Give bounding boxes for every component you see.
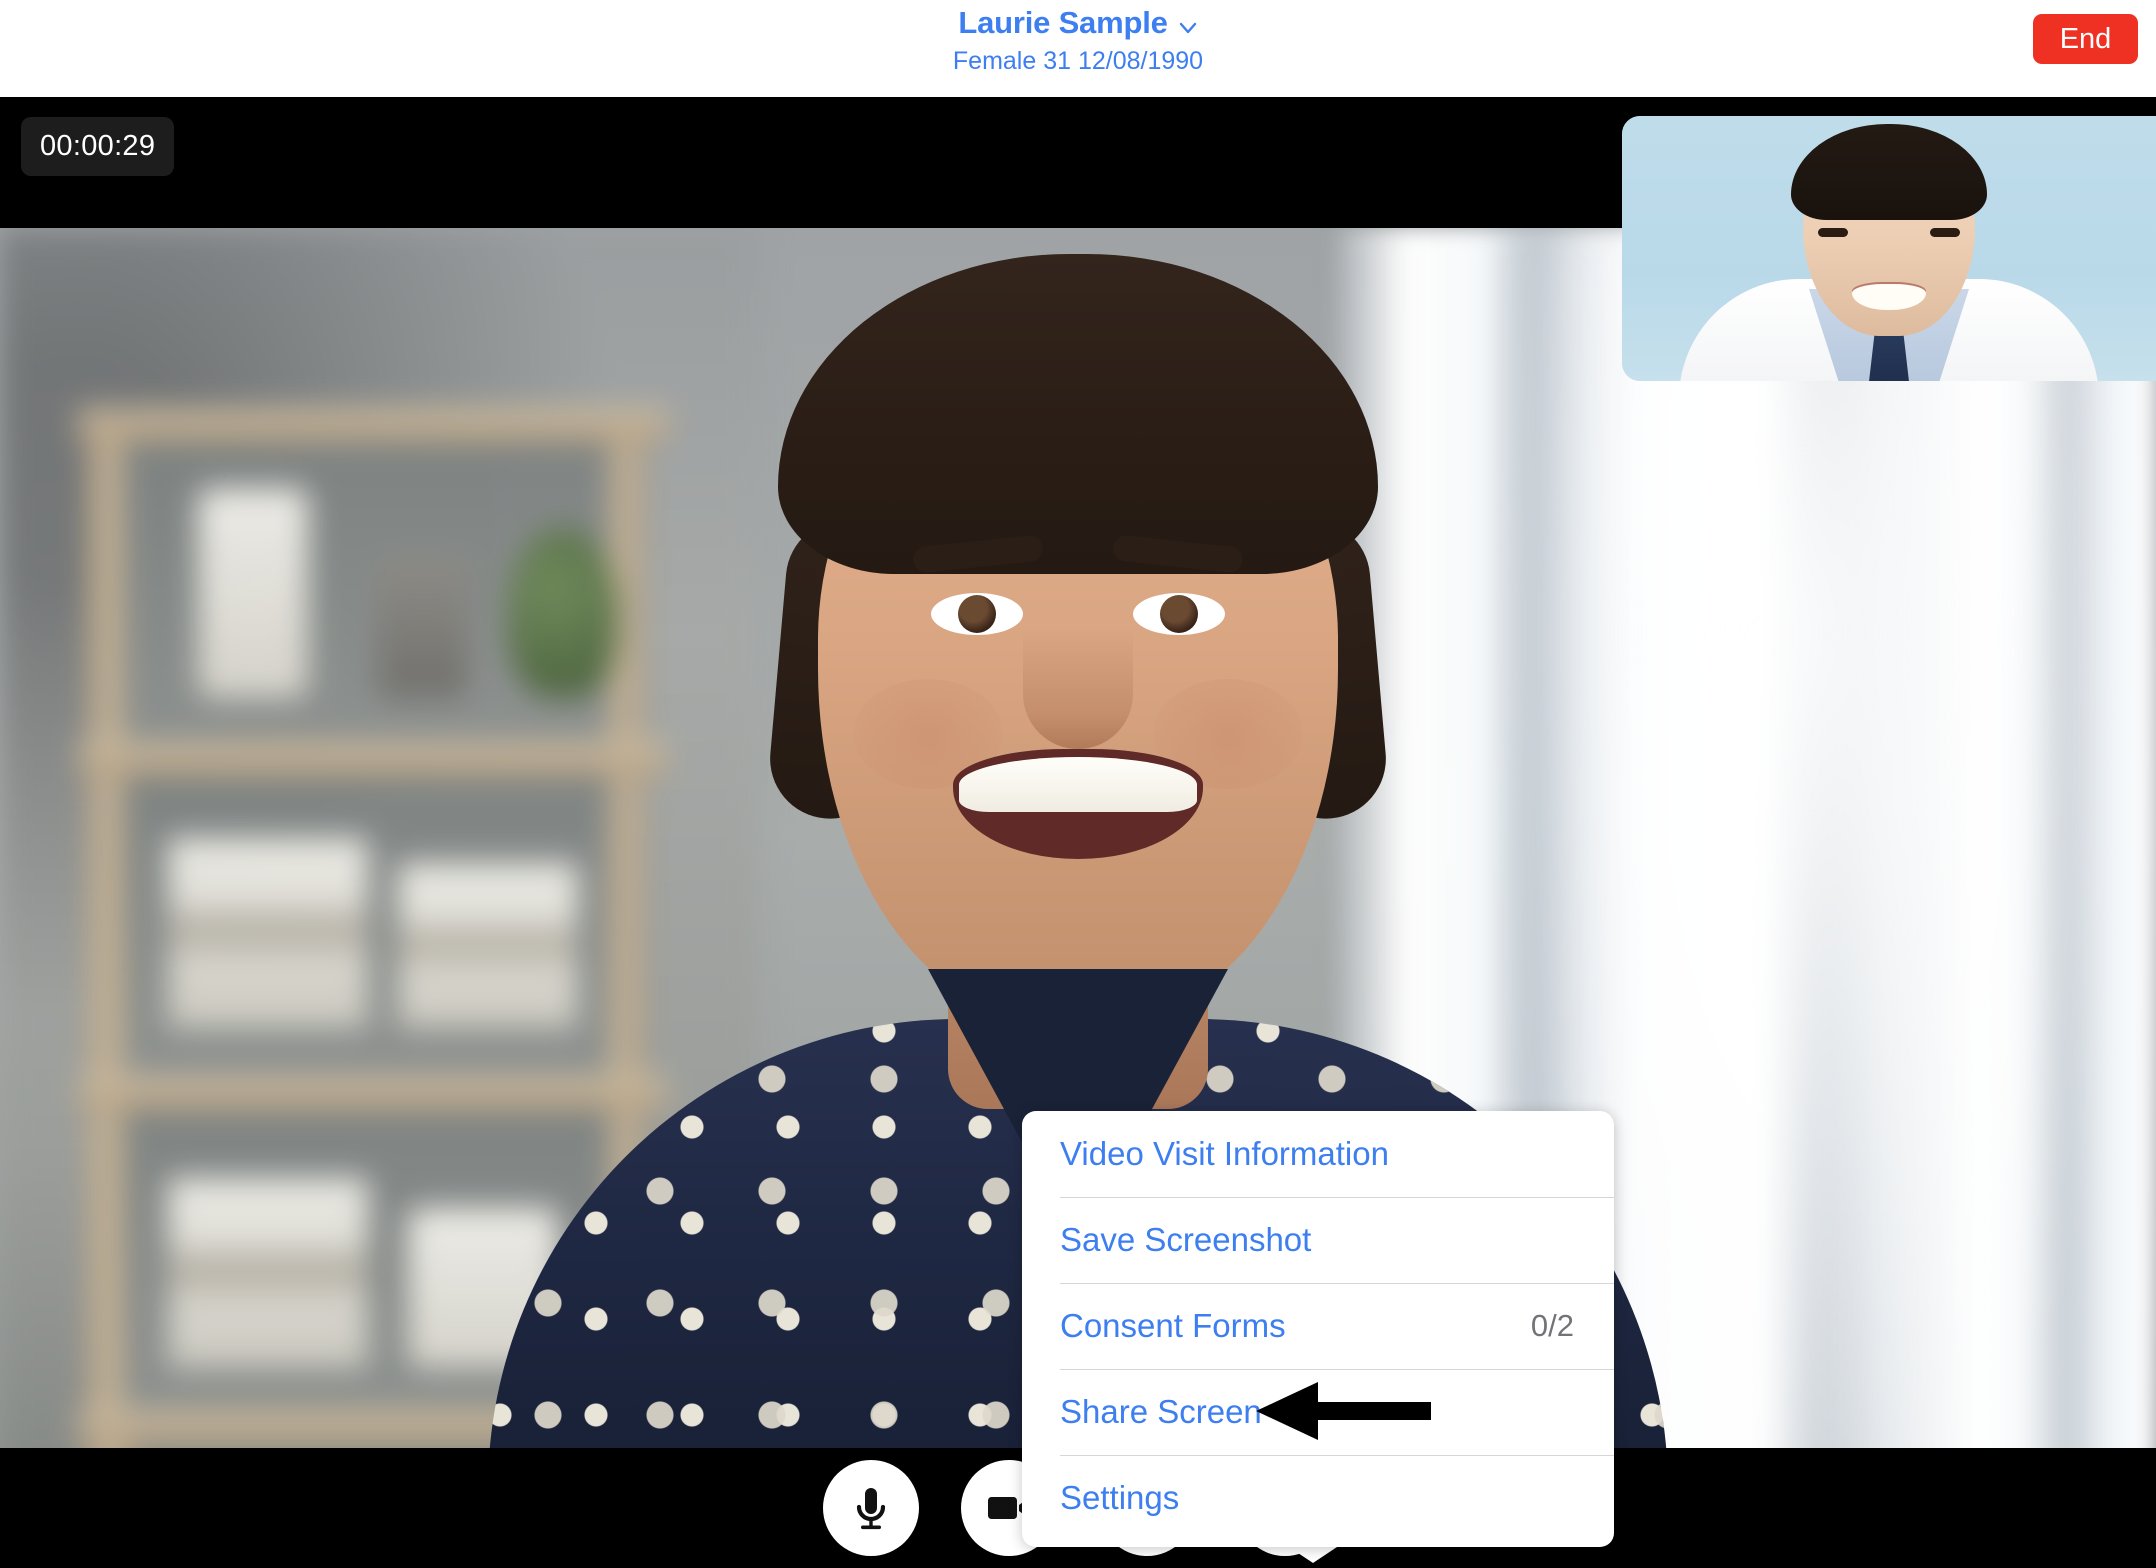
page-title: Laurie Sample bbox=[958, 5, 1168, 40]
menu-item-label: Save Screenshot bbox=[1060, 1221, 1312, 1258]
patient-demographics: Female 31 12/08/1990 bbox=[952, 47, 1204, 75]
end-call-button[interactable]: End bbox=[2033, 14, 2138, 64]
menu-item-share-screen[interactable]: Share Screen bbox=[1022, 1369, 1614, 1455]
microphone-icon bbox=[845, 1482, 897, 1534]
call-timer: 00:00:29 bbox=[21, 117, 175, 176]
options-menu-popover: Video Visit Information Save Screenshot … bbox=[1022, 1111, 1614, 1547]
self-view-thumbnail[interactable] bbox=[1622, 116, 2156, 381]
patient-header-info: Laurie Sample Female 31 12/08/1990 bbox=[0, 4, 2156, 77]
video-stage: 00:00:29 Video Visit Information Save Sc… bbox=[0, 97, 2156, 1568]
menu-item-label: Share Screen bbox=[1060, 1393, 1262, 1430]
menu-item-settings[interactable]: Settings bbox=[1022, 1455, 1614, 1541]
patient-name-dropdown[interactable]: Laurie Sample bbox=[958, 4, 1197, 42]
menu-item-consent-forms[interactable]: Consent Forms 0/2 bbox=[1022, 1283, 1614, 1369]
menu-item-label: Video Visit Information bbox=[1060, 1135, 1389, 1172]
microphone-button[interactable] bbox=[823, 1460, 919, 1556]
chevron-down-icon[interactable] bbox=[1178, 18, 1198, 38]
app-header: Laurie Sample Female 31 12/08/1990 End bbox=[0, 0, 2156, 97]
consent-forms-count: 0/2 bbox=[1530, 1308, 1574, 1343]
menu-item-save-screenshot[interactable]: Save Screenshot bbox=[1022, 1197, 1614, 1283]
menu-item-label: Consent Forms bbox=[1060, 1307, 1286, 1344]
menu-item-video-visit-information[interactable]: Video Visit Information bbox=[1022, 1111, 1614, 1197]
menu-item-label: Settings bbox=[1060, 1479, 1180, 1516]
video-visit-app: Laurie Sample Female 31 12/08/1990 End 0… bbox=[0, 0, 2156, 1568]
